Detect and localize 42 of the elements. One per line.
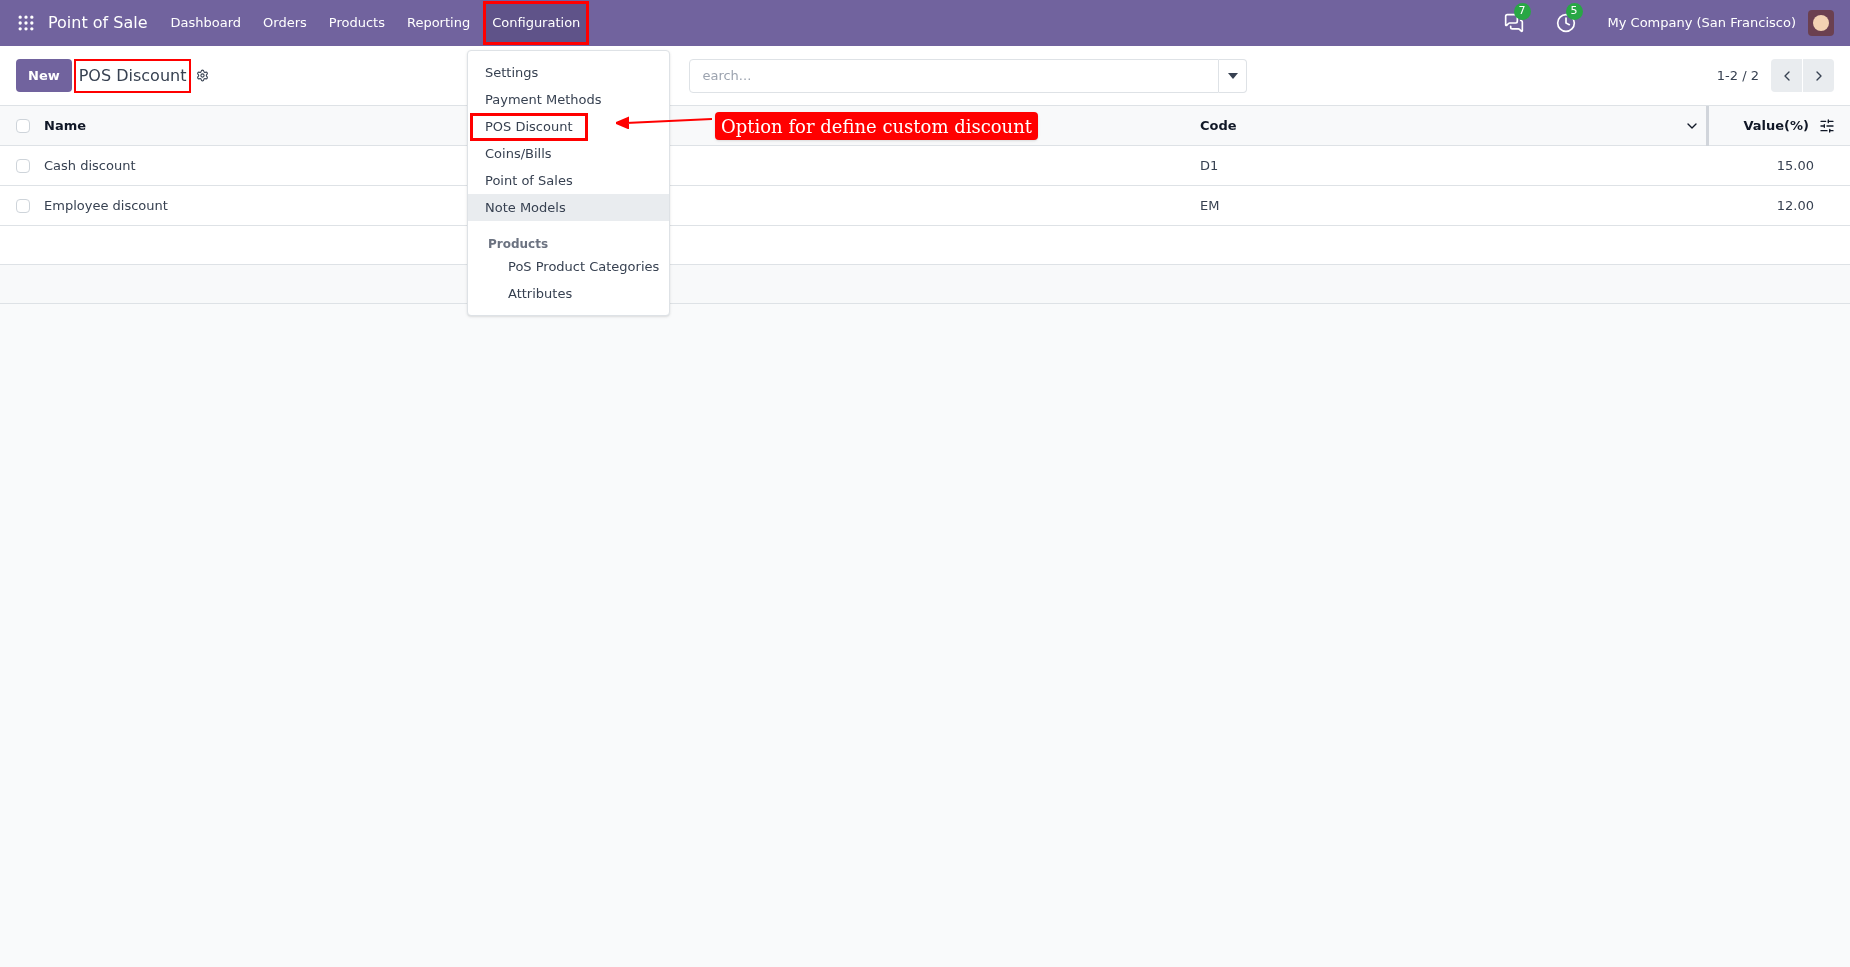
table-cell: Employee discount	[44, 197, 168, 213]
caret-icon	[1227, 72, 1238, 79]
nav-menu-item[interactable]: Dashboard	[161, 1, 251, 45]
nav-menu-item[interactable]: Products	[319, 1, 394, 45]
row-checkbox[interactable]	[16, 158, 30, 173]
table-cell: D1	[1200, 157, 1219, 173]
menu-item[interactable]: Coins/Bills	[470, 139, 567, 168]
menu-item[interactable]: PoS Product Categories	[493, 252, 675, 281]
app-name[interactable]: Point of Sale	[48, 11, 148, 35]
column-header[interactable]: Value(%)	[1743, 117, 1809, 133]
search-input[interactable]: earch...	[689, 58, 1220, 93]
message-count-badge: 7	[1513, 3, 1531, 20]
nav-menu-item[interactable]: Configuration	[483, 1, 590, 45]
column-header[interactable]: Name	[44, 117, 86, 133]
apps-menu-icon[interactable]	[16, 13, 36, 33]
menu-item[interactable]: Payment Methods	[470, 85, 617, 114]
row-checkbox[interactable]	[16, 198, 30, 213]
clock-icon[interactable]	[1555, 13, 1576, 33]
new-button[interactable]: New	[16, 59, 72, 92]
menu-item[interactable]: Attributes	[493, 279, 588, 308]
activity-count-badge: 5	[1565, 3, 1583, 20]
company-name[interactable]: My Company (San Francisco)	[1607, 13, 1796, 33]
pager-value: 1-2 / 2	[1716, 66, 1759, 85]
settings-icon[interactable]	[196, 69, 210, 82]
table-cell: 12.00	[1776, 197, 1814, 213]
table-cell: Cash discount	[44, 157, 136, 173]
search-options-button[interactable]	[1219, 58, 1248, 93]
menu-item[interactable]: Settings	[470, 58, 554, 87]
table-cell: 15.00	[1776, 157, 1814, 173]
column-header[interactable]: Code	[1200, 117, 1237, 133]
menu-item[interactable]: POS Discount	[470, 112, 588, 141]
nav-menu-item[interactable]: Reporting	[397, 1, 480, 45]
select-all-checkbox[interactable]	[16, 118, 30, 133]
chat-icon[interactable]	[1503, 13, 1524, 33]
menu-section-header: Products	[488, 236, 549, 253]
annotation-callout: Option for define custom discount	[715, 112, 1039, 140]
user-avatar[interactable]	[1808, 10, 1834, 36]
table-cell: EM	[1200, 197, 1220, 213]
column-settings-icon[interactable]	[1819, 117, 1835, 134]
nav-menu-item[interactable]: Orders	[254, 1, 316, 45]
page-title: POS Discount	[73, 58, 192, 93]
menu-item[interactable]: Point of Sales	[470, 166, 588, 195]
